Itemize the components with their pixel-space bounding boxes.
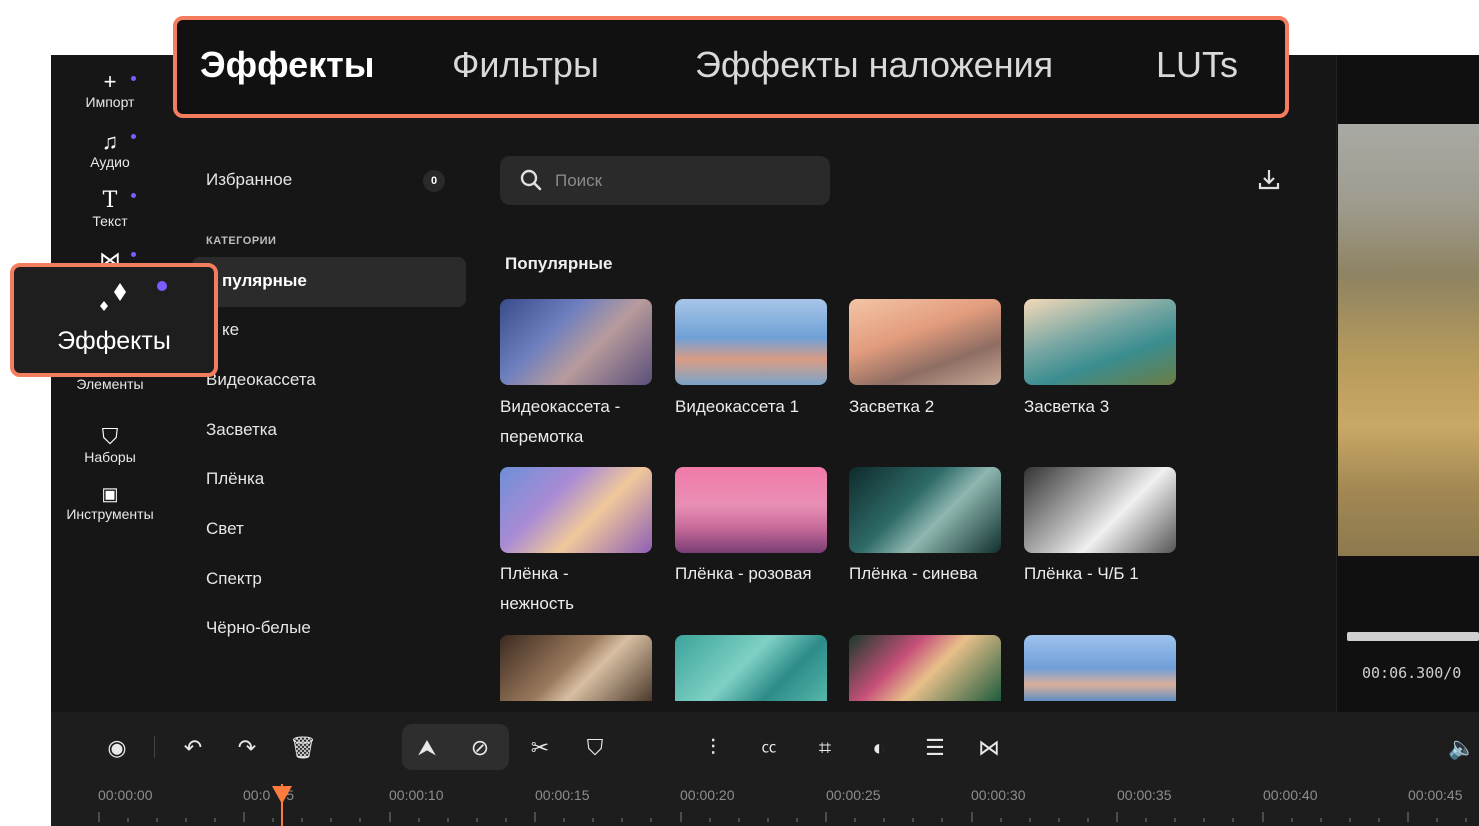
- effect-label: Плёнка - Ч/Б 1: [1024, 564, 1139, 583]
- tools-grid-icon: ▣: [101, 484, 119, 504]
- effect-label: Засветка 2: [849, 397, 935, 416]
- sidebar-item-transitions[interactable]: ⋈: [51, 248, 169, 264]
- effect-thumbnail[interactable]: [500, 299, 652, 385]
- categories-heading: КАТЕГОРИИ: [206, 235, 277, 247]
- effect-thumbnail[interactable]: [1024, 467, 1176, 553]
- sidebar-item-label: Эффекты: [57, 327, 171, 355]
- timeline-tick: 00:00:10: [389, 787, 444, 803]
- timeline-tick: 00:00:35: [1117, 787, 1172, 803]
- effect-label: Плёнка - синева: [849, 564, 978, 583]
- timeline-tick: 00:00:45: [1408, 787, 1463, 803]
- tab-effects[interactable]: Эффекты: [200, 44, 375, 86]
- bag-icon: ⛉: [101, 424, 119, 449]
- tab-overlay-effects[interactable]: Эффекты наложения: [695, 44, 1053, 86]
- category-flare[interactable]: Засветка: [206, 420, 277, 440]
- sidebar-item-elements[interactable]: Элементы: [51, 376, 169, 392]
- effect-thumbnail[interactable]: [849, 467, 1001, 553]
- toolbar-divider: [154, 736, 155, 758]
- preview-video: [1338, 124, 1479, 556]
- timeline-tick: 00:00:40: [1263, 787, 1318, 803]
- sidebar-item-tools[interactable]: ▣ Инструменты: [51, 482, 169, 522]
- new-indicator-dot: [157, 281, 167, 291]
- category-light[interactable]: Свет: [206, 519, 244, 539]
- tab-filters[interactable]: Фильтры: [452, 44, 599, 86]
- effect-thumbnail[interactable]: [675, 299, 827, 385]
- effect-thumbnail[interactable]: [849, 299, 1001, 385]
- playhead-handle[interactable]: [272, 786, 292, 804]
- plus-icon: +: [51, 70, 169, 94]
- timeline-ruler[interactable]: [51, 812, 1479, 826]
- crop-icon[interactable]: ⌗: [808, 731, 842, 765]
- timeline-toolbar: [51, 712, 1479, 826]
- sparkle-icon: [100, 283, 126, 311]
- timeline-tick: 00:00:00: [98, 787, 153, 803]
- category-film[interactable]: Плёнка: [206, 469, 264, 489]
- scissors-icon[interactable]: ✂: [523, 731, 557, 765]
- text-icon: T: [51, 189, 169, 213]
- category-popular[interactable]: пулярные: [222, 271, 307, 291]
- favorites-count-badge: 0: [423, 170, 445, 192]
- sidebar-item-import[interactable]: + Импорт: [51, 70, 169, 110]
- marker-icon[interactable]: ⛉: [578, 731, 612, 765]
- search-input[interactable]: [555, 168, 815, 194]
- effect-thumbnail[interactable]: [1024, 299, 1176, 385]
- preview-timecode: 00:06.300/0: [1362, 664, 1462, 682]
- sliders-icon[interactable]: ☰: [918, 731, 952, 765]
- trash-icon[interactable]: 🗑: [286, 731, 320, 765]
- effect-label: Видеокассета 1: [675, 397, 800, 416]
- sidebar-item-label: Инструменты: [66, 506, 154, 522]
- effect-thumbnail[interactable]: [500, 635, 652, 701]
- timeline-tick: 00:00:15: [535, 787, 590, 803]
- transitions-icon: ⋈: [51, 248, 169, 264]
- sidebar-item-label: Элементы: [76, 376, 144, 392]
- music-note-icon: ♫: [51, 130, 169, 154]
- volume-icon[interactable]: 🔈: [1448, 731, 1479, 765]
- favorites-label: Избранное: [206, 170, 293, 189]
- sidebar-item-label: Текст: [92, 213, 128, 229]
- effect-thumbnail[interactable]: [675, 635, 827, 701]
- category-videocassette[interactable]: Видеокассета: [206, 370, 316, 390]
- effect-thumbnail[interactable]: [1024, 635, 1176, 701]
- timeline-tick: 00:00:30: [971, 787, 1026, 803]
- category-new[interactable]: ке: [222, 320, 239, 340]
- section-title-popular: Популярные: [505, 254, 613, 273]
- captions-icon[interactable]: ㏄: [752, 731, 786, 765]
- preview-progress-bar[interactable]: [1347, 632, 1479, 641]
- sidebar-item-audio[interactable]: ♫ Аудио: [51, 130, 169, 170]
- effect-thumbnail[interactable]: [500, 467, 652, 553]
- effect-label: Видеокассета - перемотка: [500, 397, 621, 446]
- redo-icon[interactable]: ↷: [230, 731, 264, 765]
- undo-icon[interactable]: ↶: [176, 731, 210, 765]
- download-icon[interactable]: [1256, 167, 1282, 193]
- sidebar-item-label: Аудио: [90, 154, 130, 170]
- sidebar-item-label: Наборы: [84, 449, 136, 465]
- color-adjust-icon[interactable]: ◐: [862, 731, 896, 765]
- sidebar-item-label: Импорт: [85, 94, 135, 110]
- sidebar-item-text[interactable]: T Текст: [51, 189, 169, 229]
- record-icon[interactable]: ◉: [100, 731, 134, 765]
- timeline-tick: 00:00:20: [680, 787, 735, 803]
- sidebar-item-effects[interactable]: Эффекты: [10, 263, 218, 377]
- category-black-white[interactable]: Чёрно-белые: [206, 618, 311, 638]
- search-icon: [520, 169, 542, 191]
- tab-luts[interactable]: LUTs: [1156, 44, 1238, 86]
- timeline-tick: 00:00:25: [826, 787, 881, 803]
- effect-thumbnail[interactable]: [675, 467, 827, 553]
- effect-label: Плёнка - розовая: [675, 564, 812, 583]
- select-cursor-icon[interactable]: ⮝: [410, 731, 444, 765]
- effect-label: Плёнка - нежность: [500, 564, 575, 613]
- search-box[interactable]: [500, 156, 830, 205]
- audio-split-icon[interactable]: ⫶: [696, 731, 730, 765]
- transition-icon[interactable]: ⋈: [972, 731, 1006, 765]
- category-spectrum[interactable]: Спектр: [206, 569, 262, 589]
- effect-thumbnail[interactable]: [849, 635, 1001, 701]
- sidebar-item-sets[interactable]: ⛉ Наборы: [51, 424, 169, 466]
- blade-icon[interactable]: ⊘: [463, 731, 497, 765]
- effect-label: Засветка 3: [1024, 397, 1110, 416]
